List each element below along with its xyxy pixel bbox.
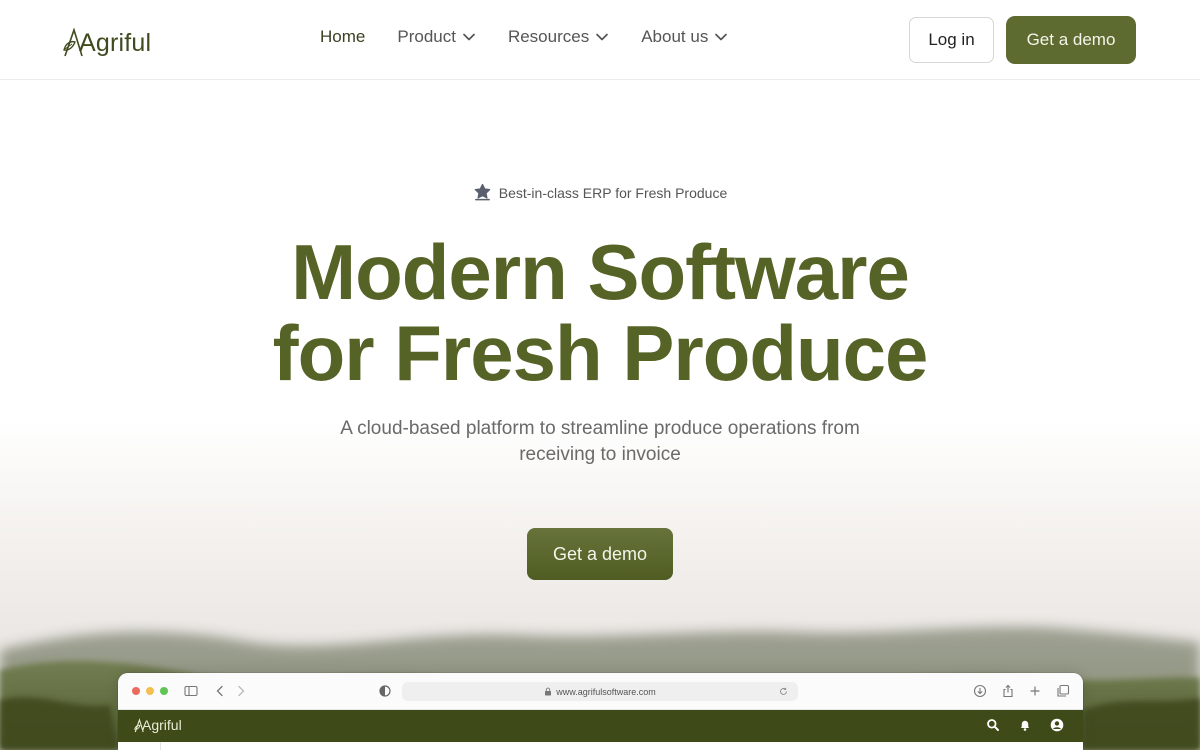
hero-badge: Best-in-class ERP for Fresh Produce [0,183,1200,202]
hero-headline-line-2: for Fresh Produce [272,309,929,397]
chevron-down-icon [463,33,475,41]
window-close-dot [132,687,140,695]
shield-icon [379,685,391,697]
lock-icon [545,687,552,696]
nav-home[interactable]: Home [320,27,365,47]
browser-toolbar: www.agrifulsoftware.com [118,673,1083,710]
download-icon [973,684,987,698]
app-brand-logo[interactable]: Agriful [134,717,182,733]
bell-icon[interactable] [1018,718,1032,732]
get-demo-hero-button[interactable]: Get a demo [527,528,673,580]
nav-about-us-label: About us [641,27,709,46]
nav-about-us[interactable]: About us [641,27,728,47]
get-demo-nav-button[interactable]: Get a demo [1006,16,1136,64]
sidebar-icon [184,685,198,697]
star-badge-icon [474,183,491,201]
window-maximize-dot [160,687,168,695]
app-header-bar: Agriful [118,710,1083,742]
top-navigation: Agriful Home Product Resources About us … [0,0,1200,80]
tabs-icon [1057,684,1070,697]
nav-resources[interactable]: Resources [508,27,609,47]
app-content-area [118,742,1083,750]
browser-url-text: www.agrifulsoftware.com [556,686,656,697]
share-icon [1003,684,1013,698]
brand-logo[interactable]: Agriful [63,22,151,58]
hero-subtitle: A cloud-based platform to streamline pro… [340,418,860,465]
product-screenshot-browser: www.agrifulsoftware.com Agriful [118,673,1083,750]
chevron-down-icon [715,33,728,41]
chevron-down-icon [596,33,609,41]
nav-resources-label: Resources [507,27,590,46]
app-brand-name: Agriful [142,717,182,733]
hero-badge-text: Best-in-class ERP for Fresh Produce [498,184,728,201]
browser-address-bar[interactable]: www.agrifulsoftware.com [402,682,798,701]
hero-headline: Modern Software for Fresh Produce [0,232,1200,394]
back-icon [216,685,223,697]
reload-icon [780,687,787,695]
main-menu: Home Product Resources About us [320,27,760,47]
nav-product-label: Product [397,27,456,46]
app-sidebar-divider [160,742,161,750]
brand-name: Agriful [79,29,152,57]
window-minimize-dot [146,687,154,695]
forward-icon [238,685,245,697]
new-tab-icon [1030,686,1040,696]
login-button[interactable]: Log in [909,17,994,63]
user-icon[interactable] [1050,718,1064,732]
nav-home-label: Home [320,27,366,46]
search-icon[interactable] [986,718,1000,732]
nav-product[interactable]: Product [397,27,476,47]
hero-headline-line-1: Modern Software [291,228,910,316]
